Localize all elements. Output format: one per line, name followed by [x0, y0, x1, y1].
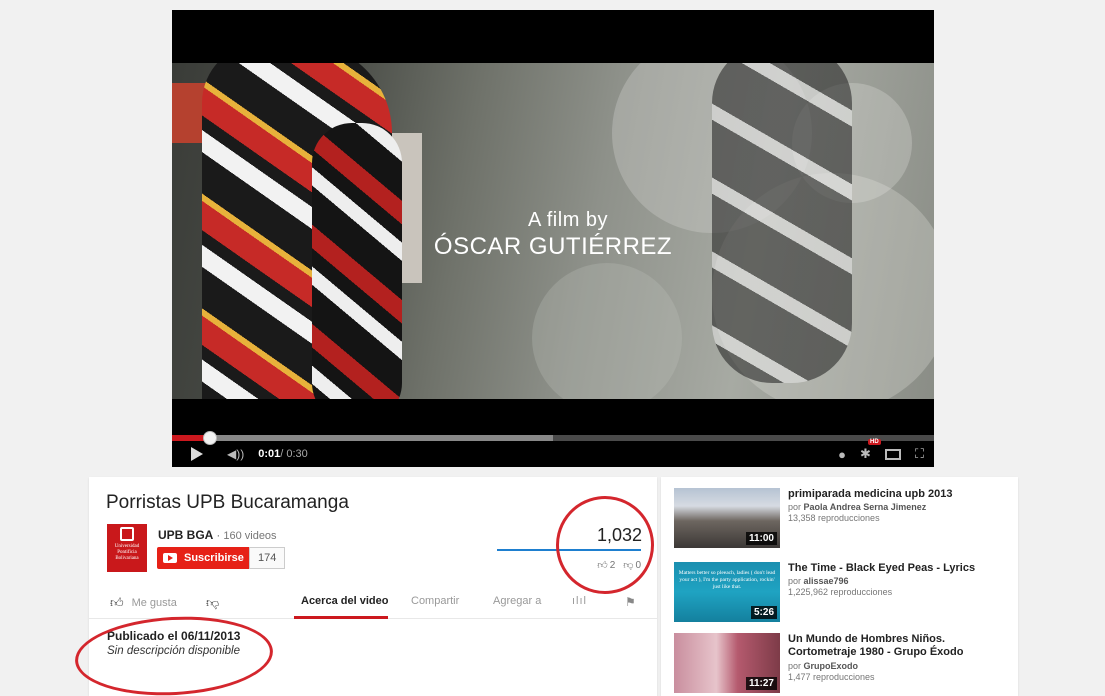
related-video-views: 1,477 reproducciones	[788, 672, 875, 682]
channel-name-link[interactable]: UPB BGA	[158, 528, 213, 542]
tab-add-to[interactable]: Agregar a	[493, 595, 541, 607]
dislike-button[interactable]: 👎︎	[206, 595, 219, 611]
thumbs-down-icon: 👎︎	[206, 595, 220, 610]
action-bar: 👍︎ Me gusta 👎︎ Acerca del video Comparti…	[89, 589, 657, 619]
video-thumbnail[interactable]: 11:27	[674, 633, 780, 693]
related-video-title[interactable]: primiparada medicina upb 2013	[788, 488, 1014, 501]
author-link[interactable]: Paola Andrea Serna Jimenez	[804, 502, 927, 512]
play-icon[interactable]	[191, 447, 203, 461]
fullscreen-icon[interactable]: ⛶	[915, 446, 924, 462]
volume-icon[interactable]: ◀︎))	[227, 447, 244, 461]
thumbnail-lyrics-text: Matters better so pleeach, ladies ( don'…	[678, 570, 776, 590]
author-link[interactable]: alissae796	[804, 576, 849, 586]
hd-badge: HD	[867, 439, 881, 445]
related-video-title[interactable]: The Time - Black Eyed Peas - Lyrics	[788, 562, 1014, 575]
settings-gear-icon[interactable]: ✱ HD	[860, 439, 881, 462]
video-frame[interactable]: A film by ÓSCAR GUTIÉRREZ	[172, 63, 934, 399]
thumbs-down-icon: 👎︎	[623, 560, 634, 571]
channel-avatar[interactable]: Universidad Pontificia Bolivariana	[107, 524, 147, 572]
youtube-play-icon	[163, 553, 177, 563]
avatar-text: Universidad Pontificia Bolivariana	[114, 544, 140, 561]
related-video-views: 1,225,962 reproducciones	[788, 587, 893, 597]
channel-separator: ·	[216, 528, 221, 542]
related-video-item[interactable]: 11:27 Un Mundo de Hombres Niños. Cortome…	[674, 633, 1014, 696]
video-description: Sin descripción disponible	[107, 645, 240, 657]
video-info-panel: Porristas UPB Bucaramanga Universidad Po…	[89, 477, 657, 696]
related-video-item[interactable]: 11:00 primiparada medicina upb 2013 por …	[674, 488, 1014, 552]
view-count: 1,032	[596, 525, 642, 545]
film-credit-line1: A film by	[527, 209, 609, 231]
time-current: 0:01	[258, 448, 281, 460]
related-video-title[interactable]: Un Mundo de Hombres Niños. Cortometraje …	[788, 633, 1014, 659]
channel-video-count[interactable]: 160 videos	[223, 530, 276, 542]
player-controls: ◀︎)) 0:01 / 0:30 ● ✱ HD ⛶	[172, 439, 934, 467]
related-video-author: por Paola Andrea Serna Jimenez	[788, 502, 927, 512]
subscribe-label: Suscribirse	[184, 552, 244, 564]
like-button[interactable]: 👍︎ Me gusta	[110, 595, 177, 611]
author-link[interactable]: GrupoExodo	[804, 661, 859, 671]
video-duration: 5:26	[750, 606, 777, 619]
tab-active-indicator	[294, 616, 388, 619]
subscriber-count: 174	[249, 547, 286, 569]
vote-counts: 👍︎ 2 👎︎ 0	[597, 559, 641, 571]
video-title: Porristas UPB Bucaramanga	[106, 492, 349, 513]
theater-mode-icon[interactable]	[884, 448, 901, 460]
video-duration: 11:27	[745, 677, 777, 690]
tab-share[interactable]: Compartir	[411, 595, 459, 607]
time-total: / 0:30	[280, 448, 308, 460]
stats-icon[interactable]: ılıl	[572, 595, 587, 607]
cheerleader-arm	[312, 123, 402, 399]
related-video-item[interactable]: Matters better so pleeach, ladies ( don'…	[674, 562, 1014, 626]
video-thumbnail[interactable]: 11:00	[674, 488, 780, 548]
subscribe-button[interactable]: Suscribirse	[157, 547, 252, 569]
channel-line: UPB BGA · 160 videos	[158, 528, 277, 542]
bokeh-light	[532, 263, 682, 399]
university-crest-icon	[120, 527, 134, 541]
related-videos-sidebar: 11:00 primiparada medicina upb 2013 por …	[661, 477, 1018, 696]
related-video-author: por alissae796	[788, 576, 849, 586]
flag-icon[interactable]: ⚑	[625, 595, 636, 609]
thumbs-up-icon: 👍︎	[597, 560, 608, 571]
like-label: Me gusta	[131, 597, 177, 609]
thumbs-up-icon: 👍︎	[110, 595, 124, 610]
video-duration: 11:00	[745, 532, 777, 545]
film-credit-line2: ÓSCAR GUTIÉRREZ	[433, 233, 673, 260]
published-date: Publicado el 06/11/2013	[107, 629, 241, 643]
video-thumbnail[interactable]: Matters better so pleeach, ladies ( don'…	[674, 562, 780, 622]
like-count: 👍︎ 2	[597, 560, 616, 571]
video-player[interactable]: A film by ÓSCAR GUTIÉRREZ ◀︎)) 0:01 / 0:…	[172, 10, 934, 467]
related-video-views: 13,358 reproducciones	[788, 513, 880, 523]
tab-about[interactable]: Acerca del video	[301, 595, 388, 607]
dislike-count: 👎︎ 0	[623, 560, 641, 571]
related-video-author: por GrupoExodo	[788, 661, 859, 671]
player-controls-right: ● ✱ HD ⛶	[838, 439, 924, 462]
annotations-icon[interactable]: ●	[838, 447, 846, 462]
sentiment-bar	[497, 549, 641, 551]
